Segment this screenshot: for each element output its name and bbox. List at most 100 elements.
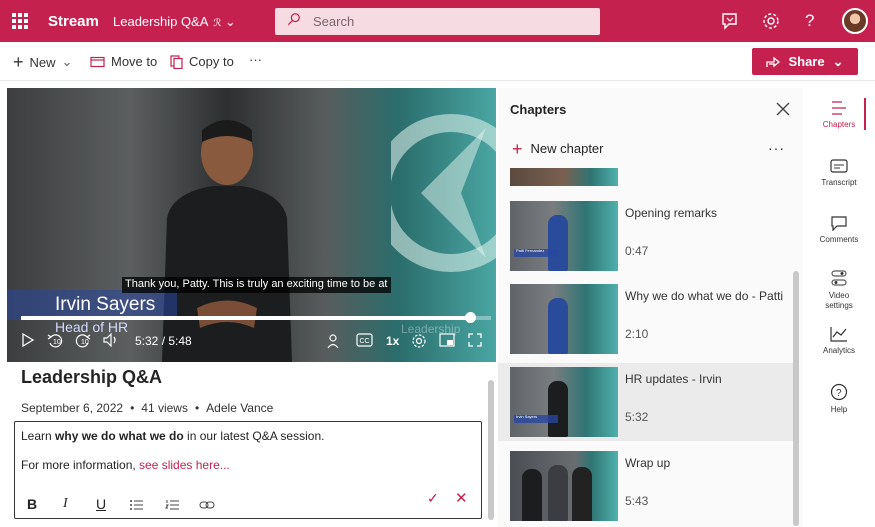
- copy-icon: [170, 54, 183, 69]
- skip-back-button[interactable]: 10: [47, 333, 63, 349]
- rail-analytics[interactable]: Analytics: [808, 326, 870, 356]
- chapter-name: Opening remarks: [625, 206, 718, 220]
- video-title: Leadership Q&A: [21, 367, 163, 387]
- chapter-thumbnail: [510, 284, 618, 354]
- numbered-list-icon[interactable]: [165, 499, 180, 511]
- closed-caption: Thank you, Patty. This is truly an excit…: [122, 277, 391, 293]
- new-button[interactable]: + New ⌄: [13, 52, 72, 72]
- volume-icon[interactable]: [103, 333, 119, 347]
- thumbnail-figure: [548, 298, 568, 354]
- bullet-list-icon[interactable]: [129, 499, 144, 511]
- chapter-name: HR updates - Irvin: [625, 372, 722, 386]
- desc-suffix: in our latest Q&A session.: [183, 429, 325, 443]
- search-icon: [287, 13, 300, 26]
- video-meta: September 6, 2022 • 41 views • Adele Vance: [21, 401, 273, 415]
- gear-icon[interactable]: [411, 333, 427, 349]
- copy-to-label: Copy to: [189, 54, 234, 69]
- chapter-time: 5:32: [625, 410, 649, 424]
- copy-to-button[interactable]: Copy to: [170, 54, 234, 69]
- thumbnail-name-tag: Irvin Sayers: [514, 414, 558, 423]
- more-options-button[interactable]: ···: [249, 52, 262, 67]
- slides-link[interactable]: see slides here...: [139, 458, 230, 472]
- publish-date: September 6, 2022: [21, 401, 124, 415]
- description-editor[interactable]: Learn why we do what we do in our latest…: [14, 421, 482, 519]
- seek-bar-handle[interactable]: [464, 312, 476, 323]
- transcript-icon: [830, 159, 848, 173]
- svg-text:CC: CC: [360, 338, 370, 345]
- chapter-thumbnail[interactable]: [510, 168, 618, 186]
- avatar[interactable]: [842, 8, 868, 34]
- underline-icon[interactable]: U: [96, 496, 106, 512]
- chapter-thumbnail: Irvin Sayers: [510, 367, 618, 437]
- chapters-icon: [832, 101, 846, 115]
- chapter-time: 2:10: [625, 327, 649, 341]
- new-chapter-button[interactable]: + New chapter: [512, 140, 604, 158]
- author-name[interactable]: Adele Vance: [206, 401, 273, 415]
- presenter-name: Irvin Sayers: [55, 294, 156, 315]
- close-icon[interactable]: [775, 101, 791, 117]
- chevron-down-icon: ⌄: [224, 14, 236, 29]
- search-input[interactable]: Search: [275, 8, 600, 35]
- analytics-icon: [830, 327, 847, 342]
- move-to-button[interactable]: Move to: [90, 54, 157, 69]
- thumbnail-figure: [548, 465, 568, 521]
- chevron-down-icon: ⌄: [832, 53, 844, 69]
- chapter-item[interactable]: Why we do what we do - Patti 2:10: [498, 280, 795, 358]
- app-launcher-icon[interactable]: [12, 13, 28, 29]
- help-icon[interactable]: ?: [805, 11, 825, 31]
- chapter-item[interactable]: Wrap up 5:43: [498, 447, 795, 525]
- separator: •: [194, 401, 200, 415]
- play-icon[interactable]: [21, 333, 35, 347]
- picture-in-picture-icon[interactable]: [439, 333, 455, 347]
- more-info-text: For more information,: [21, 458, 140, 472]
- rail-video-settings[interactable]: Video settings: [808, 269, 870, 311]
- description-line-2: For more information, see slides here...: [21, 458, 230, 472]
- rail-help[interactable]: ? Help: [808, 383, 870, 415]
- plus-icon: +: [13, 52, 24, 72]
- rail-analytics-label: Analytics: [822, 346, 855, 355]
- skip-forward-button[interactable]: 10: [75, 333, 91, 349]
- background-logo: [391, 114, 496, 272]
- thumbnail-figure: [548, 381, 568, 437]
- new-chapter-label: New chapter: [530, 141, 604, 156]
- video-player[interactable]: Irvin Sayers Head of HR Leadership Thank…: [7, 88, 496, 362]
- rail-chapters[interactable]: Chapters: [808, 100, 870, 130]
- rail-chapters-label: Chapters: [822, 120, 856, 129]
- bold-icon[interactable]: B: [27, 496, 37, 512]
- description-line-1: Learn why we do what we do in our latest…: [21, 429, 324, 443]
- feedback-icon[interactable]: [720, 11, 740, 31]
- breadcrumb[interactable]: Leadership Q&A ℛ ⌄: [113, 14, 236, 30]
- thumbnail-name-tag: Patti Fernandez: [514, 248, 558, 257]
- chapter-item[interactable]: Patti Fernandez Opening remarks 0:47: [498, 197, 795, 275]
- details-scrollbar[interactable]: [488, 380, 494, 520]
- chapter-item-active[interactable]: Irvin Sayers HR updates - Irvin 5:32: [498, 363, 795, 441]
- fullscreen-icon[interactable]: [468, 333, 482, 347]
- rail-comments[interactable]: Comments: [808, 215, 870, 245]
- rail-video-settings-label-2: settings: [825, 301, 853, 310]
- share-button[interactable]: Share ⌄: [752, 48, 858, 75]
- presenter-figure: [162, 120, 292, 362]
- chapters-scrollbar[interactable]: [793, 271, 799, 526]
- audio-description-icon[interactable]: [327, 333, 343, 349]
- seek-bar[interactable]: [21, 312, 491, 323]
- app-name[interactable]: Stream: [48, 13, 99, 30]
- cancel-icon[interactable]: ✕: [455, 489, 468, 507]
- rail-transcript[interactable]: Transcript: [808, 158, 870, 188]
- thumbnail-figure: [572, 467, 592, 521]
- link-icon[interactable]: [199, 500, 215, 510]
- move-to-label: Move to: [111, 54, 158, 69]
- italic-icon[interactable]: I: [63, 496, 68, 512]
- new-label: New: [29, 54, 56, 70]
- person-icon: ℛ: [213, 18, 222, 29]
- confirm-icon[interactable]: ✓: [427, 490, 439, 507]
- svg-text:?: ?: [836, 388, 842, 399]
- chapters-title: Chapters: [510, 102, 567, 117]
- closed-captions-icon[interactable]: CC: [356, 333, 373, 347]
- gear-icon[interactable]: [761, 11, 781, 31]
- chapter-thumbnail: [510, 451, 618, 521]
- playback-speed-button[interactable]: 1x: [386, 334, 399, 348]
- desc-bold: why we do what we do: [55, 429, 184, 443]
- chapters-more-button[interactable]: ···: [768, 140, 785, 156]
- seek-bar-fill: [21, 316, 470, 320]
- help-icon: ?: [830, 383, 848, 401]
